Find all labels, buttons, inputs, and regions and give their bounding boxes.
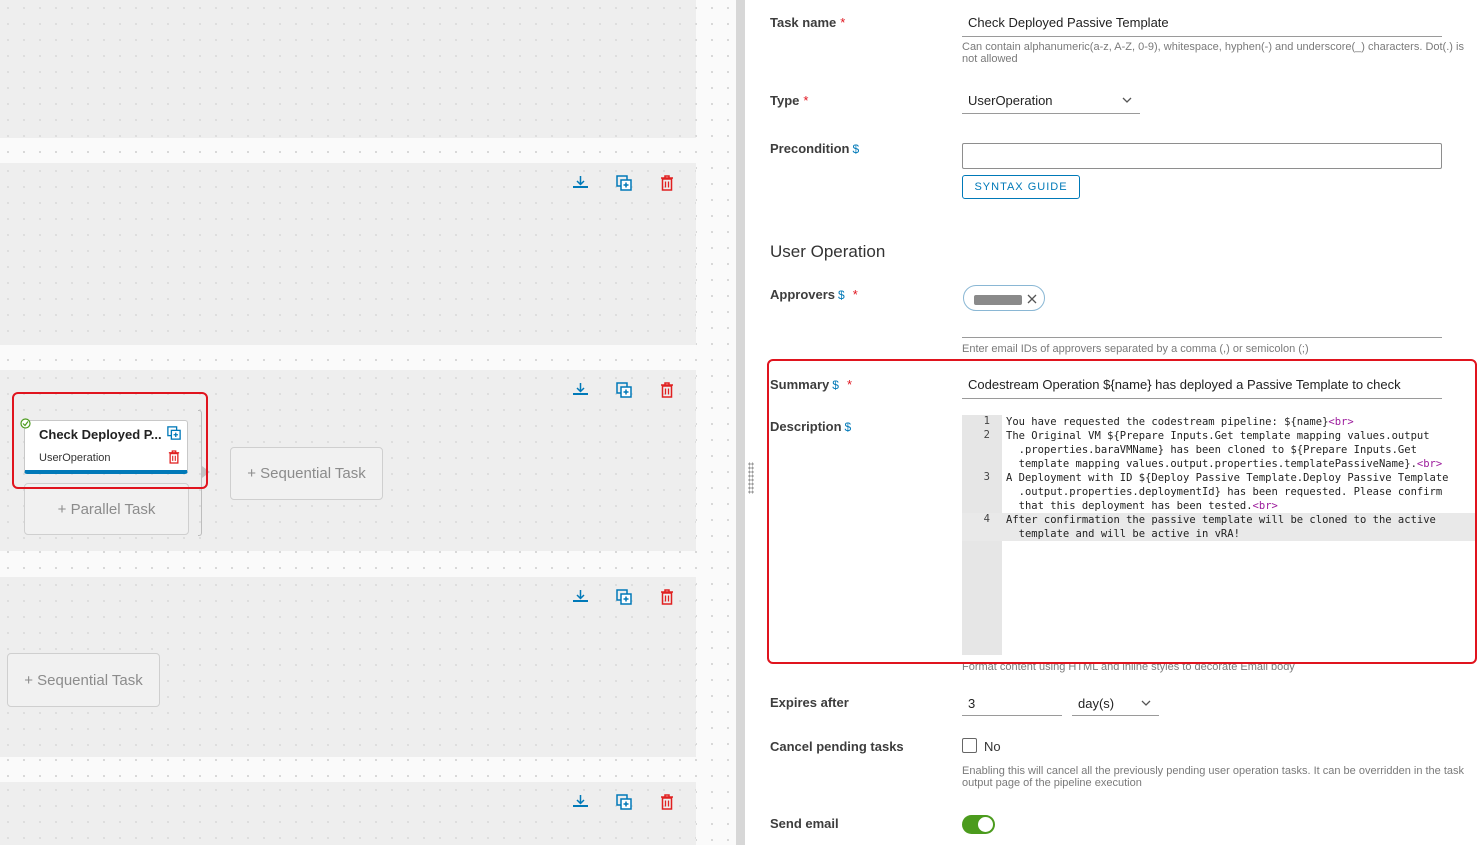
task-name-input[interactable]: Check Deployed Passive Template	[962, 14, 1442, 37]
precondition-label: Precondition $	[770, 141, 859, 156]
task-name-label-text: Task name	[770, 15, 837, 30]
stage-1	[0, 0, 696, 138]
download-icon[interactable]	[571, 587, 590, 606]
cancel-pending-help: Enabling this will cancel all the previo…	[962, 765, 1465, 789]
stage-actions	[571, 587, 676, 606]
remove-approver-icon[interactable]	[1027, 289, 1037, 307]
duplicate-icon[interactable]	[614, 173, 633, 192]
stage-2	[0, 163, 696, 345]
required-mark: *	[852, 287, 858, 302]
send-email-label: Send email	[770, 816, 839, 831]
redacted-approver	[974, 295, 1022, 305]
precondition-input[interactable]	[962, 143, 1442, 169]
type-select[interactable]: UserOperation	[962, 92, 1140, 114]
task-highlight-box	[12, 392, 208, 489]
parallel-task-label: + Parallel Task	[57, 500, 156, 518]
task-name-value: Check Deployed Passive Template	[968, 15, 1169, 30]
duplicate-icon[interactable]	[614, 587, 633, 606]
required-mark: *	[840, 15, 846, 30]
duplicate-icon[interactable]	[614, 792, 633, 811]
required-mark: *	[803, 93, 809, 108]
chevron-down-icon	[1141, 696, 1151, 713]
expires-after-label: Expires after	[770, 695, 849, 710]
dollar-icon: $	[838, 288, 845, 302]
syntax-guide-label: SYNTAX GUIDE	[974, 181, 1068, 193]
add-parallel-task-button[interactable]: + Parallel Task	[24, 483, 189, 535]
syntax-guide-button[interactable]: SYNTAX GUIDE	[962, 175, 1080, 199]
stage-actions	[571, 792, 676, 811]
cancel-pending-value: No	[984, 739, 1001, 754]
type-label-text: Type	[770, 93, 800, 108]
add-sequential-task-button-2[interactable]: + Sequential Task	[7, 653, 160, 707]
task-name-help: Can contain alphanumeric(a-z, A-Z, 0-9),…	[962, 41, 1464, 65]
type-label: Type *	[770, 93, 808, 108]
dollar-icon: $	[852, 142, 860, 156]
add-sequential-task-button[interactable]: + Sequential Task	[230, 447, 383, 500]
chevron-down-icon	[1122, 93, 1132, 111]
expires-after-input[interactable]: 3	[962, 695, 1062, 716]
trash-icon[interactable]	[657, 380, 676, 399]
duplicate-icon[interactable]	[614, 380, 633, 399]
sequential-task-label: + Sequential Task	[24, 671, 143, 689]
stage-actions	[571, 380, 676, 399]
toggle-knob	[978, 817, 993, 832]
expires-unit-value: day(s)	[1078, 696, 1115, 711]
download-icon[interactable]	[571, 380, 590, 399]
panel-divider[interactable]	[736, 0, 745, 845]
download-icon[interactable]	[571, 792, 590, 811]
task-name-label: Task name *	[770, 15, 845, 30]
precondition-label-text: Precondition	[770, 141, 850, 156]
resize-handle[interactable]	[748, 462, 754, 494]
approvers-help: Enter email IDs of approvers separated b…	[962, 343, 1309, 355]
approver-chip[interactable]	[963, 285, 1045, 311]
app-root: + Parallel Task Check Deployed P... User…	[0, 0, 1482, 845]
approvers-input[interactable]	[962, 318, 1442, 338]
pipeline-canvas: + Parallel Task Check Deployed P... User…	[0, 0, 738, 845]
trash-icon[interactable]	[657, 587, 676, 606]
cancel-pending-checkbox[interactable]	[962, 738, 977, 753]
cancel-pending-label: Cancel pending tasks	[770, 739, 904, 754]
approvers-label: Approvers $ *	[770, 287, 858, 302]
send-email-toggle[interactable]	[962, 815, 995, 834]
stage-actions	[571, 173, 676, 192]
user-operation-title: User Operation	[770, 242, 886, 261]
approvers-label-text: Approvers	[770, 287, 836, 302]
download-icon[interactable]	[571, 173, 590, 192]
summary-description-highlight-box	[767, 359, 1477, 664]
trash-icon[interactable]	[657, 173, 676, 192]
type-value: UserOperation	[968, 93, 1053, 108]
sequential-task-label: + Sequential Task	[247, 465, 366, 482]
trash-icon[interactable]	[657, 792, 676, 811]
stage-5	[0, 782, 696, 845]
expires-after-value: 3	[968, 696, 976, 711]
expires-unit-select[interactable]: day(s)	[1072, 695, 1159, 716]
